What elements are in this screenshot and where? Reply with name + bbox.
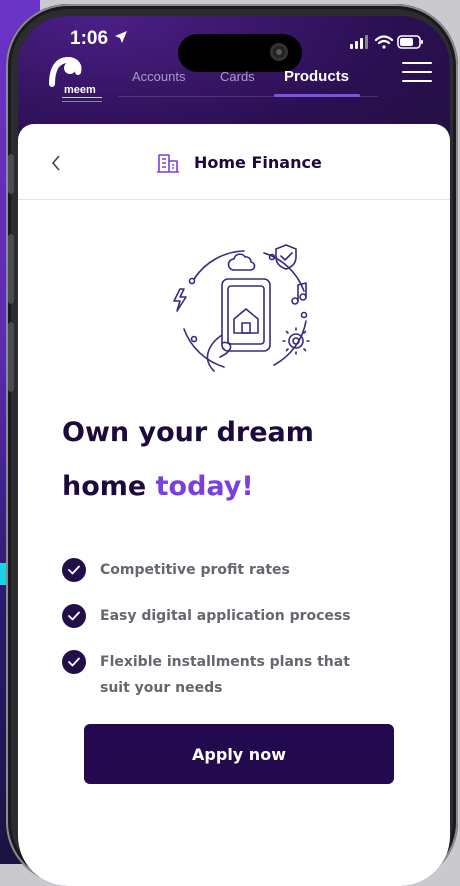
headline-line-1: Own your dream — [62, 417, 314, 448]
headline-prefix: home — [62, 471, 156, 502]
brand-name: meem — [64, 84, 96, 96]
apply-now-button[interactable]: Apply now — [84, 724, 394, 784]
benefit-text: Competitive profit rates — [100, 562, 290, 578]
tab-cards[interactable]: Cards — [220, 69, 255, 84]
home-finance-illustration — [173, 244, 310, 372]
signal-icon — [350, 35, 368, 49]
brand-tagline — [62, 97, 102, 102]
building-icon — [157, 154, 179, 173]
tab-products[interactable]: Products — [284, 68, 349, 85]
menu-icon[interactable] — [402, 60, 432, 84]
hero-headline: Own your dream home today! — [62, 406, 422, 514]
status-time: 1:06 — [70, 28, 109, 49]
side-button — [8, 154, 14, 194]
benefit-item: Competitive profit rates — [62, 557, 422, 583]
logo-mark — [49, 56, 82, 87]
benefits-list: Competitive profit rates Easy digital ap… — [62, 557, 422, 721]
benefit-item: Easy digital application process — [62, 603, 422, 629]
headline-line-2: home today! — [62, 460, 422, 514]
benefit-text: Easy digital application process — [100, 608, 351, 624]
check-icon — [62, 604, 86, 628]
battery-icon — [397, 35, 423, 49]
back-chevron-icon[interactable] — [50, 154, 62, 172]
side-button — [8, 322, 14, 392]
sheet-header: Home Finance — [18, 124, 450, 200]
location-arrow-icon — [115, 31, 127, 43]
product-sheet: Home Finance Own your dream home today! … — [18, 124, 450, 886]
headline-accent: today! — [155, 471, 254, 502]
benefit-text: Flexible installments plans that suit yo… — [100, 654, 350, 696]
side-button — [8, 234, 14, 304]
check-icon — [62, 558, 86, 582]
front-camera — [270, 43, 288, 61]
app-screen: 1:06 meem Accounts Cards Products Home F… — [18, 16, 450, 886]
wifi-icon — [374, 35, 394, 49]
brand-logo[interactable]: meem — [48, 54, 104, 102]
tab-accounts[interactable]: Accounts — [132, 69, 185, 84]
page-title: Home Finance — [194, 153, 322, 172]
status-icons — [350, 35, 423, 49]
active-tab-indicator — [274, 94, 360, 97]
benefit-item: Flexible installments plans that suit yo… — [62, 649, 422, 701]
check-icon — [62, 650, 86, 674]
